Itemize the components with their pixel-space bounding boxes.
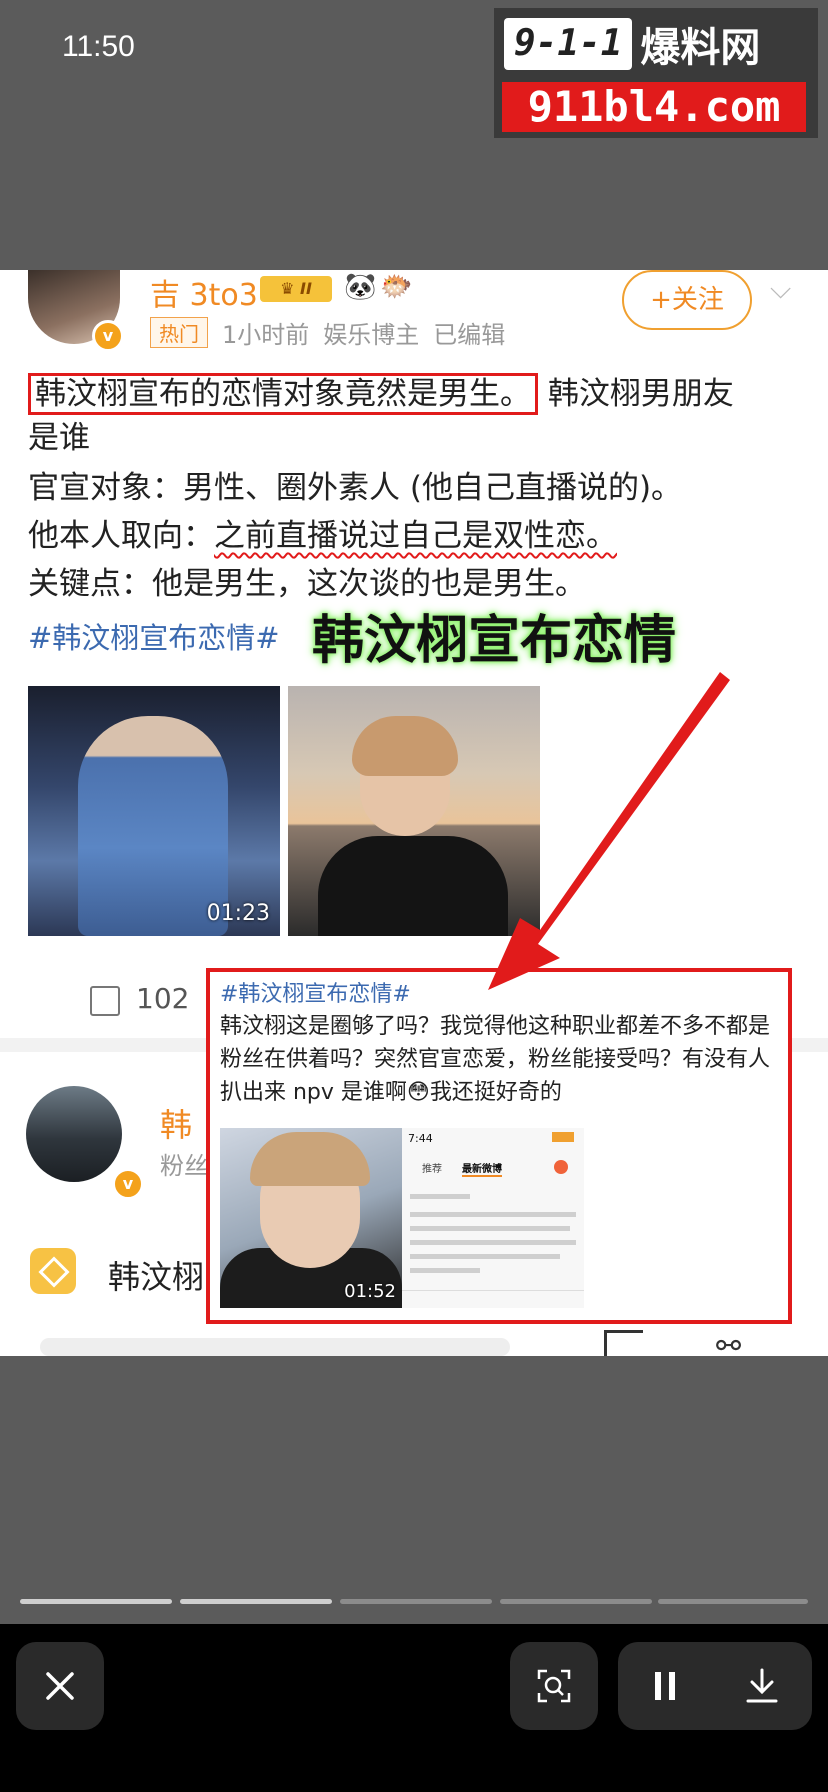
post-line-4: 他本人取向：之前直播说过自己是双性恋。 (28, 518, 617, 554)
author-name-2[interactable]: 韩 (160, 1100, 192, 1146)
edited-label: 已编辑 (433, 321, 506, 349)
video-duration: 01:23 (206, 901, 270, 926)
comment-box[interactable] (40, 1338, 510, 1356)
underlined-phrase: 之前直播说过自己是双性恋。 (214, 518, 617, 554)
verified-badge-icon: v (92, 320, 124, 352)
diamond-icon (30, 1248, 76, 1294)
inset-post: #韩汶栩宣布恋情# 韩汶栩这是圈够了吗？我觉得他这种职业都差不多不都是粉丝在供着… (206, 968, 792, 1324)
post-meta: 热门 1小时前 娱乐博主 已编辑 (150, 315, 505, 350)
inset-screenshot[interactable]: 7:44 推荐 最新微博 (402, 1128, 584, 1308)
inset-hashtag[interactable]: #韩汶栩宣布恋情# (220, 976, 411, 1008)
status-time: 11:50 (62, 30, 135, 63)
post-image-2[interactable] (288, 686, 540, 936)
post-line-2: 是谁 (28, 420, 90, 456)
shot-tab-1: 推荐 (422, 1164, 442, 1175)
highlighted-sentence: 韩汶栩宣布的恋情对象竟然是男生。 (28, 373, 538, 415)
post-line-1: 韩汶栩宣布的恋情对象竟然是男生。 韩汶栩男朋友 (28, 372, 734, 416)
repost-count: 102 (136, 982, 190, 1015)
hot-tag: 热门 (150, 317, 208, 348)
crown-badge-icon: ♛ II (260, 276, 332, 302)
overlay-caption: 韩汶栩宣布恋情 (312, 611, 677, 671)
topic-link[interactable]: 韩汶栩 (108, 1252, 204, 1298)
shot-tab-2: 最新微博 (462, 1160, 502, 1177)
weibo-icon (554, 1160, 568, 1174)
story-progress-2 (180, 1599, 332, 1604)
story-progress-4 (500, 1599, 652, 1604)
follow-button[interactable]: +关注 (622, 270, 752, 330)
author-meta-2: 粉丝 (160, 1152, 208, 1180)
watermark-logo: 9-1-1 (504, 18, 633, 70)
edit-icon[interactable] (604, 1330, 643, 1356)
story-progress-1 (20, 1599, 172, 1604)
playback-controls (618, 1642, 812, 1730)
panda-icon: 🐼 (344, 272, 377, 302)
author-name[interactable]: 吉 3to3 (150, 270, 258, 314)
close-button[interactable] (16, 1642, 104, 1730)
fish-icon: 🐡 (380, 272, 413, 302)
watermark-site-name: 爆料网 (640, 25, 761, 71)
story-progress-5 (658, 1599, 808, 1604)
inset-text: 韩汶栩这是圈够了吗？我觉得他这种职业都差不多不都是粉丝在供着吗？突然官宣恋爱，粉… (220, 1014, 771, 1105)
battery-icon (552, 1132, 574, 1142)
verified-badge-icon-2: v (112, 1168, 144, 1200)
shot-time: 7:44 (408, 1132, 433, 1145)
pause-icon[interactable] (652, 1670, 678, 1702)
close-icon (46, 1672, 74, 1700)
watermark: 9-1-1 爆料网 911bl4.com (494, 8, 818, 138)
post-video-thumbnail-1[interactable]: 01:23 (28, 686, 280, 936)
repost-icon[interactable] (90, 986, 120, 1016)
story-progress-3 (340, 1599, 492, 1604)
inset-video-thumbnail[interactable]: 01:52 (220, 1128, 402, 1308)
author-role: 娱乐博主 (323, 321, 420, 349)
post-time: 1小时前 (222, 321, 310, 349)
share-icon[interactable]: ⚯ (716, 1332, 756, 1357)
download-icon[interactable] (745, 1668, 779, 1704)
image-search-button[interactable] (510, 1642, 598, 1730)
watermark-url: 911bl4.com (502, 82, 806, 132)
author-avatar-2[interactable] (26, 1086, 122, 1182)
chevron-down-icon[interactable]: ⌵ (770, 272, 791, 306)
screenshot-search-icon (537, 1669, 571, 1703)
inset-video-duration: 01:52 (344, 1281, 396, 1302)
post-line-3: 官宣对象：男性、圈外素人 (他自己直播说的)。 (28, 470, 683, 506)
post-hashtag[interactable]: #韩汶栩宣布恋情# (28, 615, 280, 657)
